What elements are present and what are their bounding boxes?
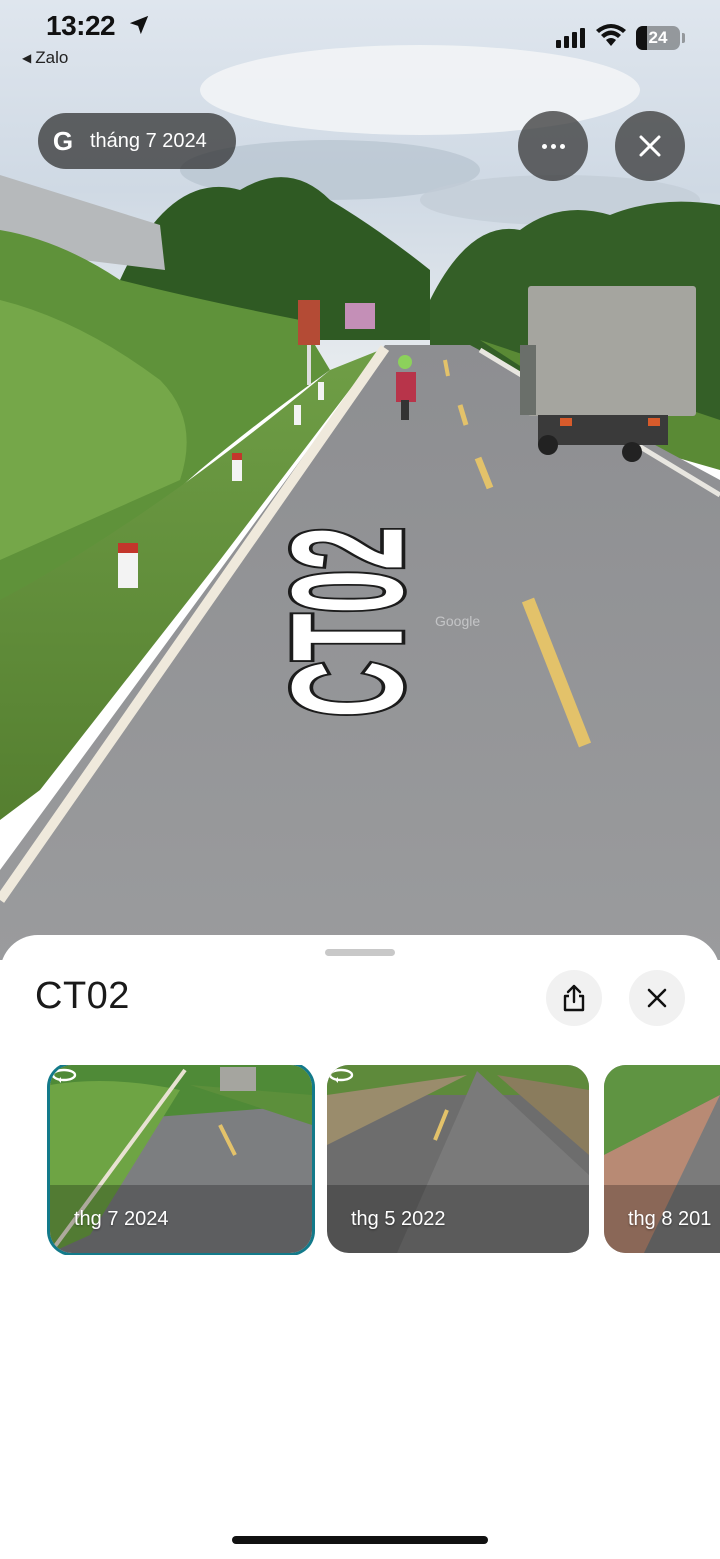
battery-tip — [682, 33, 685, 43]
share-icon — [563, 984, 585, 1012]
close-viewer-button[interactable] — [615, 111, 685, 181]
sheet-grabber[interactable] — [325, 949, 395, 956]
home-indicator[interactable] — [232, 1536, 488, 1544]
google-g-icon: G — [52, 126, 74, 156]
battery-percent: 24 — [648, 28, 668, 47]
status-bar: 13:22 ◀ Zalo 24 — [0, 0, 720, 80]
back-app-label: Zalo — [35, 48, 69, 67]
history-thumbnail[interactable]: thg 5 2022 — [327, 1065, 589, 1253]
back-to-app-link[interactable]: ◀ Zalo — [22, 48, 68, 68]
share-button[interactable] — [546, 970, 602, 1026]
sheet-title: CT02 — [35, 975, 130, 1017]
location-arrow-icon — [129, 15, 149, 35]
battery-indicator: 24 — [636, 26, 680, 50]
thumbnail-date: thg 8 201 — [628, 1208, 712, 1230]
more-horizontal-icon — [541, 143, 565, 149]
cellular-signal-icon — [556, 28, 585, 48]
close-icon — [647, 988, 667, 1008]
thumbnail-date: thg 7 2024 — [74, 1208, 169, 1230]
capture-date-label: tháng 7 2024 — [90, 129, 207, 152]
road-marking-text: CT02 — [261, 527, 436, 718]
history-thumbnail[interactable]: thg 8 201 — [604, 1065, 720, 1253]
wifi-icon — [596, 24, 626, 46]
history-thumbnail-strip[interactable]: thg 7 2024 thg 5 2022 thg 8 201 — [0, 1065, 720, 1255]
thumbnail-date: thg 5 2022 — [351, 1208, 446, 1230]
close-sheet-button[interactable] — [629, 970, 685, 1026]
rotate-360-icon — [51, 1068, 77, 1083]
history-thumbnail[interactable]: thg 7 2024 — [50, 1065, 312, 1253]
status-time: 13:22 — [46, 10, 116, 41]
close-icon — [639, 135, 661, 157]
more-options-button[interactable] — [518, 111, 588, 181]
google-watermark: Google — [435, 613, 480, 629]
back-triangle-icon: ◀ — [22, 51, 32, 65]
bottom-sheet: CT02 thg 7 2024 thg 5 2022 thg 8 201 — [0, 935, 720, 1559]
capture-date-chip[interactable]: G tháng 7 2024 — [38, 113, 236, 169]
rotate-360-icon — [328, 1068, 354, 1083]
